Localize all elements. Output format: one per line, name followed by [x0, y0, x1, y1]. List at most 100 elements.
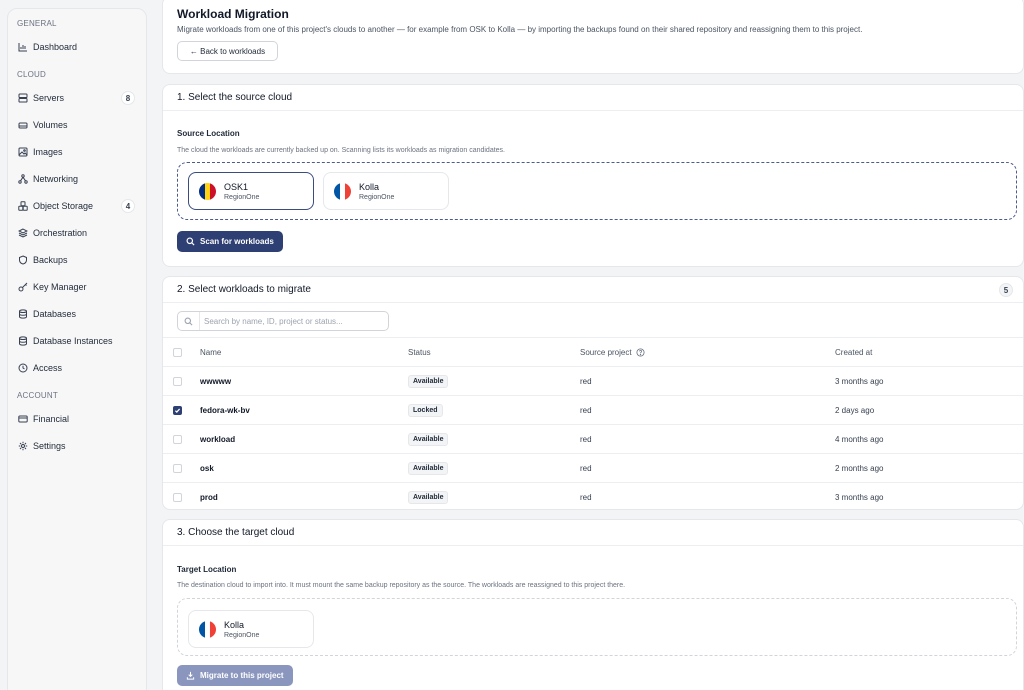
database-icon	[18, 309, 28, 319]
cloud-name: Kolla	[224, 620, 245, 630]
servers-count-badge: 8	[121, 91, 135, 105]
sidebar-section-cloud: CLOUD	[17, 70, 47, 79]
help-circle-icon[interactable]	[636, 348, 645, 357]
scan-label: Scan for workloads	[200, 237, 274, 246]
created-at: 2 days ago	[835, 406, 875, 415]
sidebar-item-label: Access	[33, 363, 63, 373]
table-row[interactable]: fedora-wk-bv Locked red 2 days ago	[163, 395, 1023, 424]
cloud-option-osk1[interactable]: OSK1 RegionOne	[188, 172, 314, 210]
main-content: Workload Migration Migrate workloads fro…	[162, 0, 1024, 690]
row-checkbox[interactable]	[173, 493, 182, 502]
step2-title: 2. Select workloads to migrate 5	[163, 277, 1023, 303]
status-badge: Available	[408, 491, 449, 504]
step3-title: 3. Choose the target cloud	[163, 520, 1023, 546]
cloud-region: RegionOne	[359, 194, 395, 201]
credit-card-icon	[18, 414, 28, 424]
row-checkbox[interactable]	[173, 464, 182, 473]
workload-name: workload	[200, 435, 236, 444]
sidebar-section-general: GENERAL	[17, 19, 57, 28]
sidebar-item-volumes[interactable]: Volumes	[11, 114, 143, 136]
sidebar-item-label: Backups	[33, 255, 68, 265]
sidebar-item-access[interactable]: Access	[11, 357, 143, 379]
created-at: 2 months ago	[835, 464, 884, 473]
boxes-icon	[18, 201, 28, 211]
target-location-help: The destination cloud to import into. It…	[177, 582, 626, 589]
sidebar-item-images[interactable]: Images	[11, 141, 143, 163]
key-icon	[18, 282, 28, 292]
sidebar-item-orchestration[interactable]: Orchestration	[11, 222, 143, 244]
cloud-option-kolla[interactable]: Kolla RegionOne	[188, 610, 314, 648]
hard-drive-icon	[18, 120, 28, 130]
source-project: red	[580, 377, 592, 386]
server-icon	[18, 93, 28, 103]
table-row[interactable]: osk Available red 2 months ago	[163, 453, 1023, 482]
sidebar: GENERAL Dashboard CLOUD Servers 8 Volume…	[7, 8, 147, 690]
object-storage-count-badge: 4	[121, 199, 135, 213]
workload-search[interactable]	[177, 311, 389, 331]
status-badge: Available	[408, 433, 449, 446]
back-to-workloads-button[interactable]: ← Back to workloads	[177, 41, 278, 61]
step-select-workloads: 2. Select workloads to migrate 5 Name St…	[162, 276, 1024, 510]
column-source-project: Source project	[580, 338, 645, 367]
sidebar-item-database-instances[interactable]: Database Instances	[11, 330, 143, 352]
sidebar-item-label: Images	[33, 147, 63, 157]
clock-icon	[18, 363, 28, 373]
status-badge: Locked	[408, 404, 443, 417]
select-all-checkbox[interactable]	[173, 348, 182, 357]
workload-name: wwwww	[200, 377, 232, 386]
database-icon	[18, 336, 28, 346]
table-row[interactable]: workload Available red 4 months ago	[163, 424, 1023, 453]
table-row[interactable]: prod Available red 3 months ago	[163, 482, 1023, 511]
row-checkbox[interactable]	[173, 377, 182, 386]
page-description: Migrate workloads from one of this proje…	[177, 25, 863, 34]
sidebar-item-object-storage[interactable]: Object Storage 4	[11, 195, 143, 217]
sidebar-item-settings[interactable]: Settings	[11, 435, 143, 457]
workload-name: osk	[200, 464, 214, 473]
step-target-cloud: 3. Choose the target cloud Target Locati…	[162, 519, 1024, 690]
shield-icon	[18, 255, 28, 265]
sidebar-item-label: Networking	[33, 174, 79, 184]
sidebar-item-databases[interactable]: Databases	[11, 303, 143, 325]
table-row[interactable]: wwwww Available red 3 months ago	[163, 366, 1023, 395]
image-icon	[18, 147, 28, 157]
workload-name: fedora-wk-bv	[200, 406, 250, 415]
cloud-name: OSK1	[224, 182, 249, 192]
source-project: red	[580, 493, 592, 502]
france-flag-icon	[334, 183, 351, 200]
cloud-option-kolla[interactable]: Kolla RegionOne	[323, 172, 449, 210]
row-checkbox[interactable]	[173, 435, 182, 444]
sidebar-item-financial[interactable]: Financial	[11, 408, 143, 430]
sidebar-item-label: Servers	[33, 93, 65, 103]
source-location-help: The cloud the workloads are currently ba…	[177, 147, 506, 154]
created-at: 3 months ago	[835, 493, 884, 502]
sidebar-item-key-manager[interactable]: Key Manager	[11, 276, 143, 298]
sidebar-item-label: Dashboard	[33, 42, 78, 52]
network-icon	[18, 174, 28, 184]
import-icon	[186, 671, 195, 680]
sidebar-item-networking[interactable]: Networking	[11, 168, 143, 190]
target-location-label: Target Location	[177, 565, 237, 574]
sidebar-item-label: Orchestration	[33, 228, 88, 238]
migrate-label: Migrate to this project	[200, 671, 284, 680]
page-header: Workload Migration Migrate workloads fro…	[162, 0, 1024, 74]
gear-icon	[18, 441, 28, 451]
sidebar-item-label: Financial	[33, 414, 70, 424]
search-input[interactable]	[204, 314, 384, 328]
column-status: Status	[408, 348, 431, 357]
column-created-at: Created at	[835, 348, 873, 357]
romania-flag-icon	[199, 183, 216, 200]
sidebar-item-dashboard[interactable]: Dashboard	[11, 36, 143, 58]
scan-for-workloads-button[interactable]: Scan for workloads	[177, 231, 283, 252]
sidebar-item-servers[interactable]: Servers 8	[11, 87, 143, 109]
created-at: 3 months ago	[835, 377, 884, 386]
sidebar-section-account: ACCOUNT	[17, 391, 58, 400]
sidebar-item-label: Database Instances	[33, 336, 113, 346]
source-location-label: Source Location	[177, 129, 240, 138]
source-project: red	[580, 406, 592, 415]
status-badge: Available	[408, 462, 449, 475]
sidebar-item-backups[interactable]: Backups	[11, 249, 143, 271]
row-checkbox-checked[interactable]	[173, 406, 182, 415]
migrate-to-project-button[interactable]: Migrate to this project	[177, 665, 293, 686]
step-source-cloud: 1. Select the source cloud Source Locati…	[162, 84, 1024, 267]
sidebar-item-label: Settings	[33, 441, 66, 451]
